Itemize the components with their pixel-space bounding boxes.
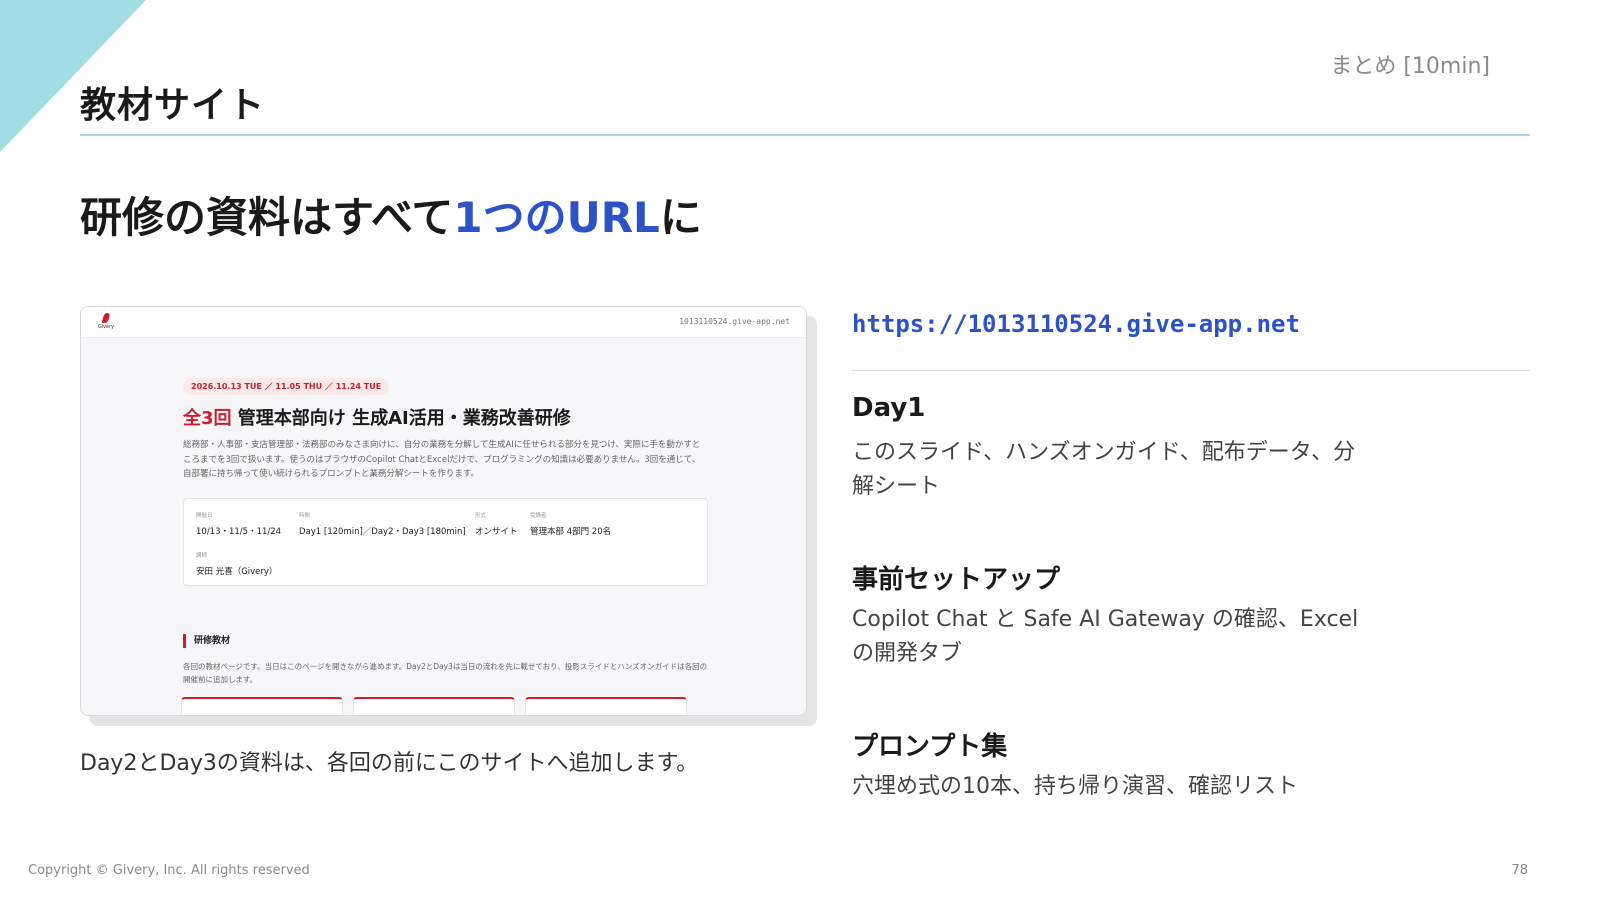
info-card: 開催日 10/13・11/5・11/24 時間 Day1 [120min]／Da… [183,498,708,586]
material-card [181,697,343,715]
info-audience-value: 管理本部 4部門 20名 [530,527,612,537]
info-date: 開催日 10/13・11/5・11/24 [196,511,281,537]
givery-logo-icon [101,313,111,323]
info-date-value: 10/13・11/5・11/24 [196,527,282,537]
info-format: 形式 オンサイト [475,511,518,537]
givery-logo-text: Givery [97,324,115,330]
header-divider [80,134,1530,136]
item-title-setup: 事前セットアップ [852,565,1061,595]
site-title-text: 管理本部向け 生成AI活用・業務改善研修 [231,408,571,429]
date-pill: 2026.10.13 TUE ／ 11.05 THU ／ 11.24 TUE [183,378,390,395]
materials-heading: 研修教材 [183,634,230,648]
site-url-label: 1013110524.give-app.net [679,317,790,326]
item-text-day1: このスライド、ハンズオンガイド、配布データ、分解シート [852,440,1356,499]
info-lecturer: 講師 安田 光喜（Givery） [196,551,277,577]
item-title-prompts: プロンプト集 [852,732,1008,762]
footer-copyright: Copyright © Givery, Inc. All rights rese… [28,863,310,878]
info-format-value: オンサイト [475,527,518,537]
info-lecturer-value: 安田 光喜（Givery） [196,567,278,577]
info-time: 時間 Day1 [120min]／Day2・Day3 [180min] [299,511,466,537]
materials-note: 各回の教材ページです。当日はこのページを開きながら進めます。Day2とDay3は… [183,662,708,684]
site-description: 総務部・人事部・支店管理部・法務部のみなさま向けに、自分の業務を分解して生成AI… [183,440,701,479]
info-date-label: 開催日 [196,513,213,519]
slide-headline: 研修の資料はすべて1つのURLに [80,184,702,245]
info-time-label: 時間 [299,513,311,519]
item-text-setup: Copilot Chat と Safe AI Gateway の確認、Excel… [852,607,1359,666]
item-title-day1: Day1 [852,393,926,423]
screenshot-frame: Givery 1013110524.give-app.net 2026.10.1… [80,306,807,716]
info-audience-label: 受講者 [530,513,547,519]
site-screenshot: Givery 1013110524.give-app.net 2026.10.1… [80,306,817,726]
info-format-label: 形式 [475,513,487,519]
section-tag: まとめ [10min] [1330,54,1490,79]
site-url-link[interactable]: https://1013110524.give-app.net [852,310,1300,338]
headline-highlight: 1つのURL [453,193,660,242]
info-time-value: Day1 [120min]／Day2・Day3 [180min] [299,527,466,537]
info-audience: 受講者 管理本部 4部門 20名 [530,511,611,537]
section-title: 教材サイト [80,85,266,126]
material-card [525,697,687,715]
site-title: 全3回 管理本部向け 生成AI活用・業務改善研修 [183,404,571,430]
headline-suffix: に [659,193,702,242]
givery-logo: Givery [95,313,117,330]
info-lecturer-label: 講師 [196,553,208,559]
page-number: 78 [1511,863,1528,878]
screenshot-caption: Day2とDay3の資料は、各回の前にこのサイトへ追加します。 [80,751,699,776]
item-text-prompts: 穴埋め式の10本、持ち帰り演習、確認リスト [852,774,1298,799]
headline-prefix: 研修の資料はすべて [80,193,454,242]
right-divider [852,370,1530,371]
material-card [353,697,515,715]
site-topbar: Givery 1013110524.give-app.net [81,307,806,338]
site-title-count: 全3回 [183,408,232,429]
